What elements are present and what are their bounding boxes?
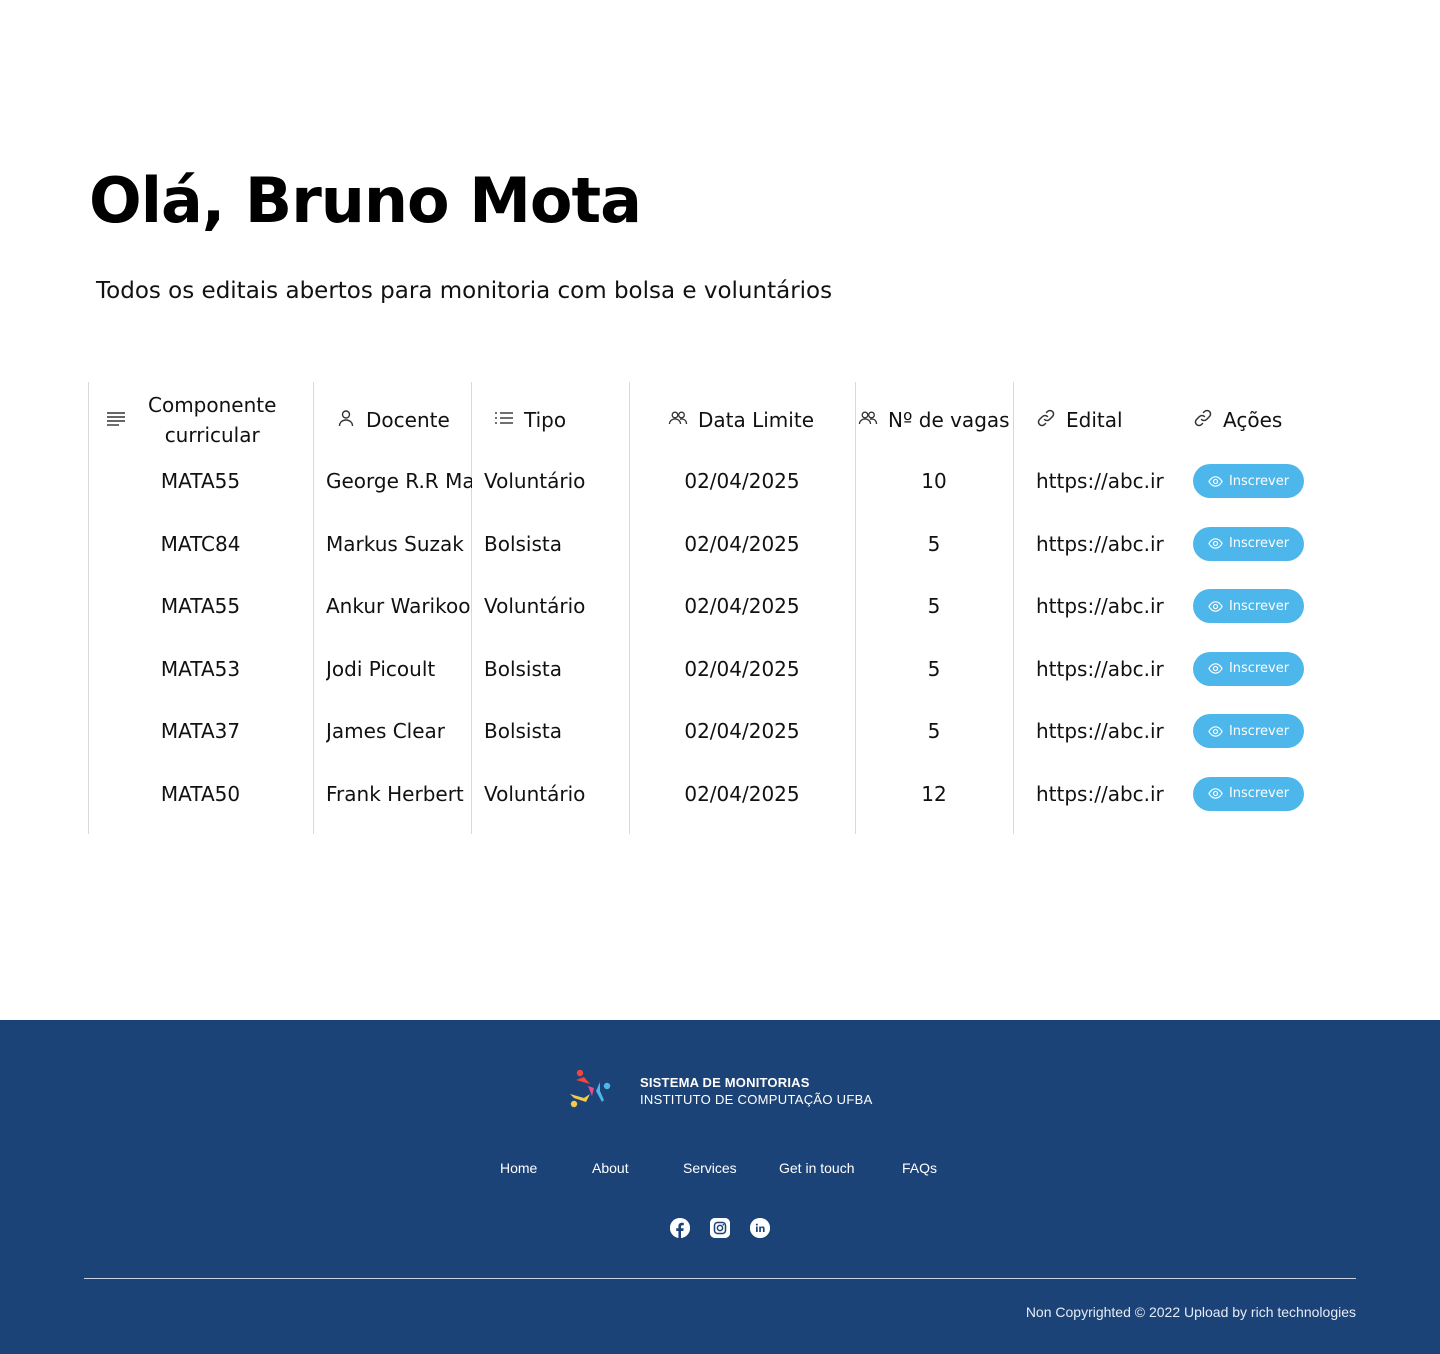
cell-edital[interactable]: https://abc.ir [1036, 461, 1172, 501]
cell-edital[interactable]: https://abc.ir [1036, 774, 1172, 814]
page-subtitle: Todos os editais abertos para monitoria … [96, 278, 833, 304]
header-acoes[interactable]: Ações [1193, 382, 1282, 458]
users-icon [858, 408, 878, 433]
table-row: MATA53 Jodi Picoult Bolsista 02/04/2025 5 htt… [88, 649, 1328, 689]
eye-icon [1208, 788, 1223, 799]
eye-icon [1208, 725, 1223, 737]
cell-vagas: 5 [927, 719, 941, 743]
link-icon [1036, 408, 1056, 433]
inscrever-button[interactable]: Inscrever [1193, 714, 1304, 748]
inscrever-button[interactable]: Inscrever [1193, 526, 1304, 561]
header-tipo[interactable]: Tipo [494, 382, 566, 458]
inscrever-label: Inscrever [1228, 786, 1290, 801]
cell-data-limite: 02/04/2025 [684, 594, 800, 618]
cell-docente: James Clear [326, 719, 446, 743]
cell-vagas: 12 [921, 781, 947, 806]
cell-data-limite: 02/04/2025 [684, 781, 800, 806]
cell-edital[interactable]: https://abc.ir [1036, 711, 1172, 751]
table-row: MATA50 Frank Herbert Voluntário 02/04/2025 1… [88, 774, 1328, 814]
cell-componente: MATA55 [160, 594, 241, 618]
cell-componente: MATA55 [160, 469, 241, 493]
cell-componente: MATA50 [160, 781, 241, 806]
users-icon [668, 408, 688, 433]
cell-tipo: Bolsista [484, 719, 563, 743]
cell-docente: Jodi Picoult [326, 656, 436, 681]
linkedin-icon[interactable] [750, 1218, 770, 1238]
table-row: MATA37 James Clear Bolsista 02/04/2025 5 http… [88, 711, 1328, 751]
inscrever-label: Inscrever [1228, 661, 1290, 676]
footer-link-home[interactable]: Home [500, 1160, 537, 1176]
cell-edital[interactable]: https://abc.ir [1036, 586, 1172, 626]
cell-tipo: Bolsista [484, 531, 563, 556]
header-edital[interactable]: Edital [1036, 382, 1123, 458]
cell-data-limite: 02/04/2025 [684, 656, 800, 681]
footer-divider [84, 1278, 1356, 1279]
cell-data-limite: 02/04/2025 [684, 469, 800, 493]
copyright-text: Non Copyrighted © 2022 Upload by rich te… [1025, 1304, 1356, 1320]
header-componente-label: Componente curricular [148, 393, 277, 447]
cell-data-limite: 02/04/2025 [684, 719, 800, 743]
cell-docente: Frank Herbert [326, 781, 464, 806]
list-icon [494, 408, 514, 433]
footer-brand[interactable]: SISTEMA DE MONITORIAS INSTITUTO DE COMPU… [566, 1064, 873, 1117]
cell-data-limite: 02/04/2025 [684, 531, 800, 556]
footer-link-faqs[interactable]: FAQs [902, 1160, 937, 1176]
cell-vagas: 5 [927, 594, 941, 618]
table-row: MATA55 Ankur Warikoo Voluntário 02/04/2025 5… [88, 586, 1328, 626]
cell-tipo: Voluntário [484, 469, 586, 493]
cell-vagas: 5 [927, 531, 941, 556]
header-vagas[interactable]: Nº de vagas [858, 382, 1010, 458]
footer-link-services[interactable]: Services [683, 1160, 737, 1176]
cell-edital[interactable]: https://abc.ir [1036, 649, 1172, 689]
inscrever-button[interactable]: Inscrever [1193, 589, 1304, 623]
logo-icon [566, 1064, 614, 1117]
header-docente[interactable]: Docente [336, 382, 450, 458]
cell-edital[interactable]: https://abc.ir [1036, 524, 1172, 564]
page-greeting: Olá, Bruno Mota [89, 164, 642, 237]
cell-vagas: 10 [921, 469, 947, 493]
cell-componente: MATC84 [160, 531, 241, 556]
cell-vagas: 5 [927, 656, 941, 681]
inscrever-button[interactable]: Inscrever [1193, 464, 1304, 498]
header-data-limite[interactable]: Data Limite [668, 382, 814, 458]
inscrever-button[interactable]: Inscrever [1193, 776, 1304, 811]
table-row: MATC84 Markus Suzak Bolsista 02/04/2025 5 htt… [88, 524, 1328, 564]
inscrever-label: Inscrever [1228, 723, 1290, 739]
cell-componente: MATA37 [160, 719, 241, 743]
eye-icon [1208, 538, 1223, 549]
cell-docente: Markus Suzak [326, 531, 464, 556]
user-icon [336, 408, 356, 433]
inscrever-button[interactable]: Inscrever [1193, 651, 1304, 686]
brand-title: SISTEMA DE MONITORIAS [640, 1074, 810, 1090]
instagram-icon[interactable] [710, 1218, 730, 1238]
site-footer: SISTEMA DE MONITORIAS INSTITUTO DE COMPU… [0, 1020, 1440, 1354]
inscrever-label: Inscrever [1228, 536, 1290, 551]
facebook-icon[interactable] [670, 1218, 690, 1238]
link-icon [1193, 408, 1213, 433]
cell-docente: Ankur Warikoo [326, 594, 471, 618]
cell-docente: George R.R Martin [326, 469, 472, 493]
header-componente[interactable]: Componente curricular [106, 382, 306, 458]
footer-link-get-in-touch[interactable]: Get in touch [779, 1160, 855, 1176]
eye-icon [1208, 475, 1223, 487]
cell-componente: MATA53 [160, 656, 241, 681]
eye-icon [1208, 600, 1223, 612]
eye-icon [1208, 663, 1223, 674]
editais-table: Componente curricular Docente Tipo Data … [88, 382, 1328, 834]
text-align-icon [106, 408, 126, 433]
table-row: MATA55 George R.R Martin Voluntário 02/04/2… [88, 461, 1328, 501]
cell-tipo: Voluntário [484, 594, 586, 618]
cell-tipo: Bolsista [484, 656, 563, 681]
brand-subtitle: INSTITUTO DE COMPUTAÇÃO UFBA [640, 1091, 873, 1107]
inscrever-label: Inscrever [1228, 473, 1290, 489]
inscrever-label: Inscrever [1228, 598, 1290, 614]
footer-link-about[interactable]: About [592, 1160, 629, 1176]
cell-tipo: Voluntário [484, 781, 586, 806]
